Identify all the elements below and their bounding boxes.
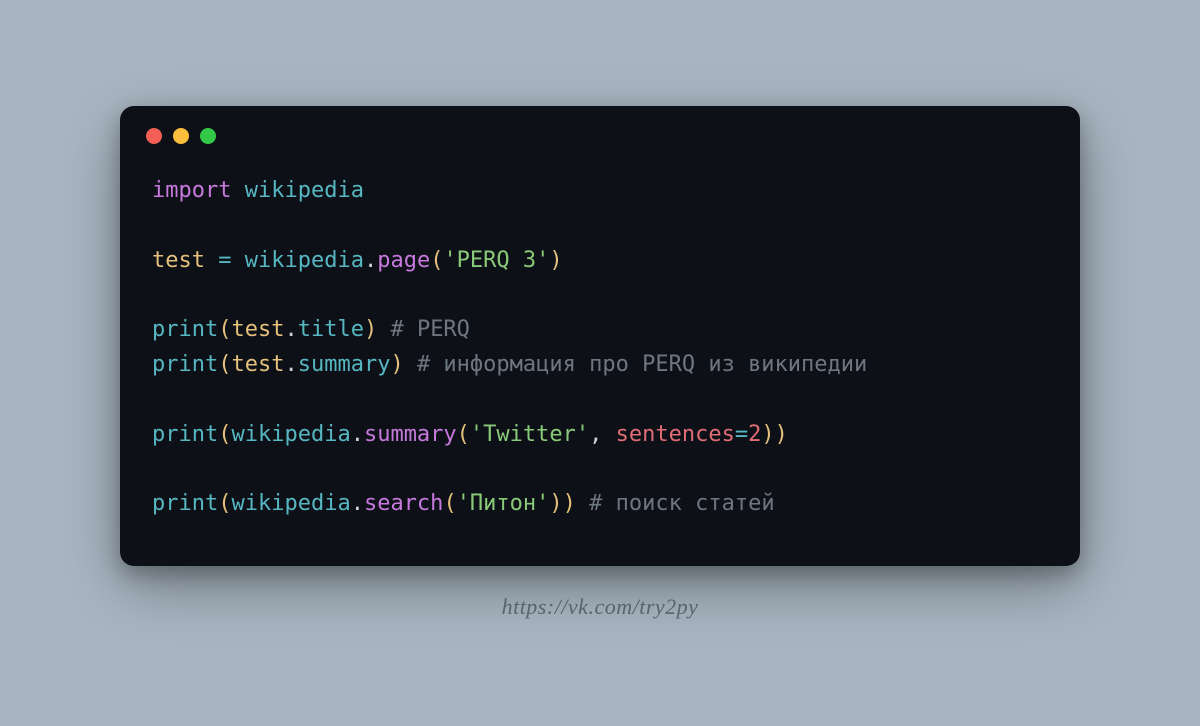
paren: ) (761, 422, 774, 447)
window-titlebar (120, 106, 1080, 154)
method-name: summary (364, 422, 457, 447)
paren: ( (218, 422, 231, 447)
paren: ) (364, 317, 377, 342)
builtin-print: print (152, 317, 218, 342)
paren: ) (390, 352, 403, 377)
paren: ( (218, 352, 231, 377)
comment: # PERQ (390, 317, 469, 342)
operator: = (218, 248, 231, 273)
module-name: wikipedia (245, 248, 364, 273)
footer-link[interactable]: https://vk.com/try2py (502, 594, 699, 620)
string-literal: 'PERQ 3' (443, 248, 549, 273)
variable: test (152, 248, 205, 273)
keyword-arg: sentences (616, 422, 735, 447)
paren: ) (775, 422, 788, 447)
comment: # информация про PERQ из википедии (417, 352, 867, 377)
paren: ( (457, 422, 470, 447)
keyword-import: import (152, 178, 231, 203)
builtin-print: print (152, 422, 218, 447)
module-name: wikipedia (231, 491, 350, 516)
variable: test (231, 352, 284, 377)
attribute: summary (298, 352, 391, 377)
number-literal: 2 (748, 422, 761, 447)
dot: . (351, 491, 364, 516)
method-name: search (364, 491, 443, 516)
code-block: import wikipedia test = wikipedia.page('… (120, 154, 1080, 566)
attribute: title (298, 317, 364, 342)
module-name: wikipedia (231, 422, 350, 447)
dot: . (364, 248, 377, 273)
maximize-icon[interactable] (200, 128, 216, 144)
method-name: page (377, 248, 430, 273)
dot: . (284, 352, 297, 377)
paren: ) (549, 491, 562, 516)
comma: , (589, 422, 616, 447)
dot: . (284, 317, 297, 342)
code-window: import wikipedia test = wikipedia.page('… (120, 106, 1080, 566)
paren: ) (563, 491, 576, 516)
paren: ) (549, 248, 562, 273)
close-icon[interactable] (146, 128, 162, 144)
string-literal: 'Питон' (457, 491, 550, 516)
paren: ( (218, 491, 231, 516)
minimize-icon[interactable] (173, 128, 189, 144)
dot: . (351, 422, 364, 447)
builtin-print: print (152, 491, 218, 516)
operator: = (735, 422, 748, 447)
variable: test (231, 317, 284, 342)
paren: ( (430, 248, 443, 273)
module-name: wikipedia (245, 178, 364, 203)
paren: ( (443, 491, 456, 516)
paren: ( (218, 317, 231, 342)
comment: # поиск статей (589, 491, 774, 516)
builtin-print: print (152, 352, 218, 377)
string-literal: 'Twitter' (470, 422, 589, 447)
